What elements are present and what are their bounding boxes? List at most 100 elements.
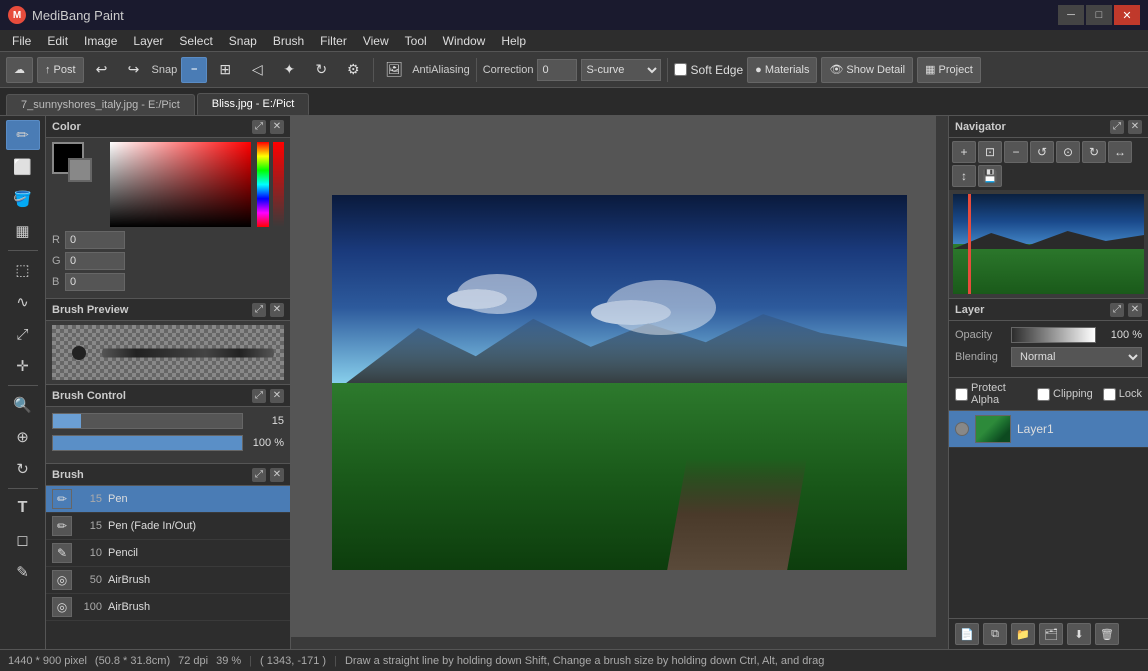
move-tool[interactable]: ✛ (6, 351, 40, 381)
menu-help[interactable]: Help (493, 32, 534, 50)
nav-fit[interactable]: ⊡ (978, 141, 1002, 163)
layer-new-btn[interactable]: 📄 (955, 623, 979, 645)
layer-copy-btn[interactable]: ⧉ (983, 623, 1007, 645)
nav-zoom-in[interactable]: + (952, 141, 976, 163)
correction-input[interactable]: 0 (537, 59, 577, 81)
menu-brush[interactable]: Brush (265, 32, 312, 50)
brush-preview-close[interactable]: ✕ (270, 303, 284, 317)
minimize-button[interactable]: ─ (1058, 5, 1084, 25)
grid-icon-btn[interactable]: ⊞ (211, 56, 239, 84)
settings-btn[interactable]: ⚙ (339, 56, 367, 84)
menu-edit[interactable]: Edit (39, 32, 76, 50)
canvas-area[interactable] (291, 116, 948, 649)
navigator-preview[interactable] (953, 194, 1144, 294)
menu-view[interactable]: View (355, 32, 397, 50)
brush-panel-close[interactable]: ✕ (270, 468, 284, 482)
layer-delete-btn[interactable]: 🗑 (1095, 623, 1119, 645)
nav-save[interactable]: 💾 (978, 165, 1002, 187)
star-btn[interactable]: ✦ (275, 56, 303, 84)
image-btn[interactable]: 🖼 (380, 56, 408, 84)
layer-item-1[interactable]: Layer1 (949, 411, 1148, 448)
brush-item-0[interactable]: ✏ 15 Pen (46, 486, 290, 513)
brush-item-3[interactable]: ◎ 50 AirBrush (46, 567, 290, 594)
size-slider[interactable] (52, 413, 243, 429)
opacity-bar[interactable] (1011, 327, 1096, 343)
brush-control-expand[interactable]: ⤢ (252, 389, 266, 403)
show-detail-button[interactable]: 👁 Show Detail (821, 57, 913, 83)
opacity-slider[interactable] (52, 435, 243, 451)
clipping-cb[interactable] (1037, 388, 1050, 401)
zoom-tool[interactable]: ⊕ (6, 422, 40, 452)
maximize-button[interactable]: □ (1086, 5, 1112, 25)
fill-tool[interactable]: 🪣 (6, 184, 40, 214)
layer-visibility-1[interactable] (955, 422, 969, 436)
color-expand-btn[interactable]: ⤢ (252, 120, 266, 134)
nav-flip-h[interactable]: ↔ (1108, 141, 1132, 163)
channel-r-input[interactable] (65, 231, 125, 249)
rotate-btn[interactable]: ↻ (307, 56, 335, 84)
eyedropper-tool[interactable]: 🔍 (6, 390, 40, 420)
menu-snap[interactable]: Snap (221, 32, 265, 50)
menu-window[interactable]: Window (435, 32, 494, 50)
nav-reset[interactable]: ⊙ (1056, 141, 1080, 163)
menu-image[interactable]: Image (76, 32, 125, 50)
menu-tool[interactable]: Tool (397, 32, 435, 50)
text-tool[interactable]: T (6, 493, 40, 523)
select-tool[interactable]: ⬚ (6, 255, 40, 285)
brush-item-2[interactable]: ✎ 10 Pencil (46, 540, 290, 567)
post-button[interactable]: ↑ Post (37, 57, 84, 83)
nav-zoom-out[interactable]: − (1004, 141, 1028, 163)
brush-control-close[interactable]: ✕ (270, 389, 284, 403)
nav-flip-v[interactable]: ↕ (952, 165, 976, 187)
navigator-close[interactable]: ✕ (1128, 120, 1142, 134)
transform-tool[interactable]: ⤢ (6, 319, 40, 349)
tab-1[interactable]: Bliss.jpg - E:/Pict (197, 93, 310, 115)
layer-panel-close[interactable]: ✕ (1128, 303, 1142, 317)
gradient-tool[interactable]: ▦ (6, 216, 40, 246)
channel-g-input[interactable] (65, 252, 125, 270)
color-close-btn[interactable]: ✕ (270, 120, 284, 134)
menu-filter[interactable]: Filter (312, 32, 355, 50)
protect-alpha-cb[interactable] (955, 388, 968, 401)
color-hue-slider[interactable] (257, 142, 268, 227)
eraser-tool[interactable]: ⬜ (6, 152, 40, 182)
lock-cb[interactable] (1103, 388, 1116, 401)
clipping-label[interactable]: Clipping (1037, 382, 1093, 406)
undo-button[interactable]: ↩ (88, 56, 116, 84)
project-button[interactable]: ▦ Project (917, 57, 981, 83)
menu-file[interactable]: File (4, 32, 39, 50)
pen-tool[interactable]: ✏ (6, 120, 40, 150)
blending-select[interactable]: Normal Multiply Screen Overlay (1011, 347, 1142, 367)
layer-folder-btn[interactable]: 🗂 (1039, 623, 1063, 645)
channel-b-input[interactable] (65, 273, 125, 291)
menu-select[interactable]: Select (171, 32, 220, 50)
snap-active-btn[interactable]: ⎯ (181, 57, 207, 83)
background-color[interactable] (68, 158, 92, 182)
layer-panel-expand[interactable]: ⤢ (1110, 303, 1124, 317)
close-button[interactable]: ✕ (1114, 5, 1140, 25)
materials-button[interactable]: ● Materials (747, 57, 817, 83)
toolbar-cloud-btn[interactable]: ☁ (6, 57, 33, 83)
canvas-scroll-vertical[interactable] (936, 116, 948, 649)
brush-preview-expand[interactable]: ⤢ (252, 303, 266, 317)
soft-edge-checkbox[interactable] (674, 63, 687, 76)
color-gradient[interactable] (110, 142, 251, 227)
lock-label[interactable]: Lock (1103, 382, 1142, 406)
canvas-scroll-horizontal[interactable] (291, 637, 936, 649)
rotate-tool[interactable]: ↻ (6, 454, 40, 484)
protect-alpha-label[interactable]: Protect Alpha (955, 382, 1027, 406)
layer-import-btn[interactable]: 📁 (1011, 623, 1035, 645)
navigator-expand[interactable]: ⤢ (1110, 120, 1124, 134)
layer-merge-btn[interactable]: ⬇ (1067, 623, 1091, 645)
menu-layer[interactable]: Layer (125, 32, 171, 50)
tab-0[interactable]: 7_sunnyshores_italy.jpg - E:/Pict (6, 94, 195, 115)
ruler-btn[interactable]: ◁ (243, 56, 271, 84)
correction-dropdown[interactable]: S-curve Smooth (581, 59, 661, 81)
brush-panel-expand[interactable]: ⤢ (252, 468, 266, 482)
brush-item-4[interactable]: ◎ 100 AirBrush (46, 594, 290, 621)
brush-item-1[interactable]: ✏ 15 Pen (Fade In/Out) (46, 513, 290, 540)
lasso-tool[interactable]: ∿ (6, 287, 40, 317)
redo-button[interactable]: ↪ (120, 56, 148, 84)
color-alpha-slider[interactable] (273, 142, 284, 227)
nav-rotate-ccw[interactable]: ↺ (1030, 141, 1054, 163)
